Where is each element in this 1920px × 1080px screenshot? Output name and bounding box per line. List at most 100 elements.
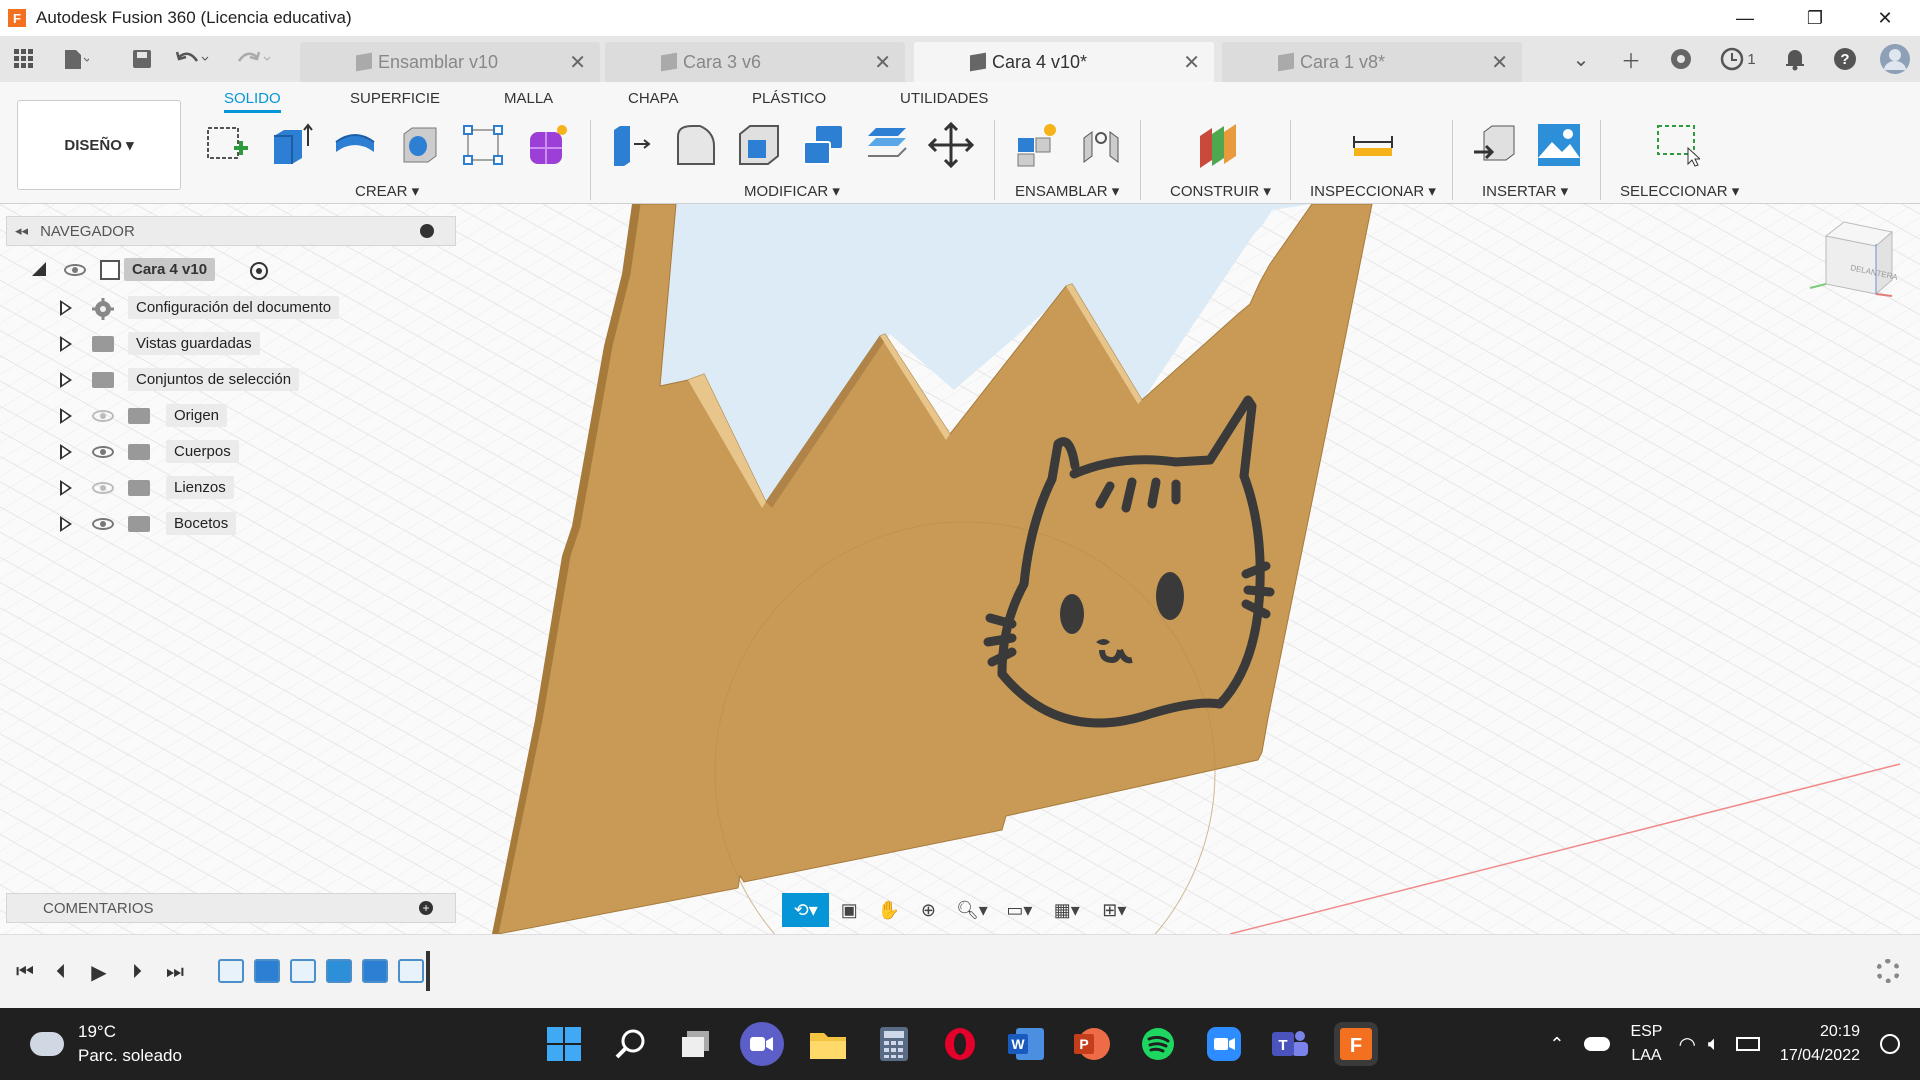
look-at-icon[interactable]: ▣ [829, 893, 869, 927]
hole-icon[interactable] [396, 122, 442, 168]
search-icon[interactable] [608, 1022, 652, 1066]
insert-canvas-icon[interactable] [1536, 122, 1582, 168]
redo-icon[interactable] [236, 41, 272, 77]
close-button[interactable]: ✕ [1850, 0, 1920, 36]
expand-arrow-icon[interactable] [60, 408, 72, 424]
expand-arrow-icon[interactable] [60, 480, 72, 496]
expand-arrow-icon[interactable] [60, 516, 72, 532]
job-status-icon[interactable]: 1 [1706, 36, 1770, 82]
browser-item-canvases[interactable]: Lienzos [0, 474, 460, 502]
expand-arrow-icon[interactable] [60, 300, 72, 316]
ribbon-tab-superficie[interactable]: SUPERFICIE [350, 90, 440, 107]
zoom-meeting-icon[interactable] [1202, 1022, 1246, 1066]
press-pull-icon[interactable] [608, 122, 654, 168]
fusion-360-taskbar-icon[interactable]: F [1334, 1022, 1378, 1066]
tree-item-label[interactable]: Lienzos [166, 476, 234, 499]
wifi-icon[interactable]: ◠ [1678, 1032, 1695, 1057]
notification-center-icon[interactable] [1880, 1034, 1900, 1054]
step-back-icon[interactable]: ⏴ [46, 957, 76, 987]
ribbon-tab-solido[interactable]: SOLIDO [224, 90, 281, 113]
group-insertar[interactable]: INSERTAR ▾ [1482, 182, 1568, 200]
opera-browser-icon[interactable] [938, 1022, 982, 1066]
onedrive-cloud-icon[interactable] [1584, 1037, 1611, 1051]
orbit-icon[interactable]: ⟲▾ [782, 893, 830, 927]
group-seleccionar[interactable]: SELECCIONAR ▾ [1620, 182, 1739, 200]
go-to-start-icon[interactable]: ⏮ [10, 957, 40, 987]
tree-item-label[interactable]: Cuerpos [166, 440, 239, 463]
chevron-down-icon[interactable]: ⌄ [1556, 36, 1606, 82]
timeline-canvas-feature[interactable] [326, 959, 352, 983]
timeline-sketch-feature[interactable] [398, 959, 424, 983]
timeline-settings-gear-icon[interactable] [1876, 959, 1900, 983]
undo-icon[interactable] [174, 41, 210, 77]
volume-icon[interactable]: 🔈︎ [1708, 1033, 1720, 1056]
language-indicator[interactable]: ESP LAA [1630, 1020, 1662, 1068]
tree-item-label[interactable]: Configuración del documento [128, 296, 340, 319]
pattern-icon[interactable] [460, 122, 506, 168]
browser-item-sketches[interactable]: Bocetos [0, 510, 460, 538]
clock[interactable]: 20:19 17/04/2022 [1780, 1020, 1860, 1068]
tab-cara-4[interactable]: Cara 4 v10* ✕ [914, 42, 1214, 82]
collapse-panel-icon[interactable]: ◂◂ [15, 223, 28, 239]
timeline-sketch-feature[interactable] [290, 959, 316, 983]
measure-icon[interactable] [1350, 122, 1396, 168]
revolve-icon[interactable] [332, 122, 378, 168]
expand-arrow-icon[interactable] [60, 336, 72, 352]
ribbon-tab-chapa[interactable]: CHAPA [628, 90, 679, 107]
group-construir[interactable]: CONSTRUIR ▾ [1170, 182, 1271, 200]
fillet-icon[interactable] [672, 122, 718, 168]
user-avatar[interactable] [1870, 36, 1920, 82]
extrude-icon[interactable] [268, 122, 314, 168]
close-tab-icon[interactable]: ✕ [874, 50, 891, 75]
root-component-label[interactable]: Cara 4 v10 [124, 258, 216, 281]
weather-widget[interactable]: 19°C Parc. soleado [26, 1020, 182, 1068]
hidden-eye-icon[interactable] [92, 482, 114, 494]
new-component-icon[interactable] [1014, 122, 1060, 168]
help-icon[interactable]: ? [1820, 36, 1870, 82]
group-ensamblar[interactable]: ENSAMBLAR ▾ [1015, 182, 1119, 200]
visibility-eye-icon[interactable] [92, 446, 114, 458]
visibility-eye-icon[interactable] [92, 518, 114, 530]
expanded-triangle-icon[interactable] [32, 262, 46, 276]
combine-icon[interactable] [800, 122, 846, 168]
calculator-icon[interactable] [872, 1022, 916, 1066]
expand-arrow-icon[interactable] [60, 444, 72, 460]
browser-item-origin[interactable]: Origen [0, 402, 460, 430]
tree-item-label[interactable]: Bocetos [166, 512, 237, 535]
browser-item-document-settings[interactable]: Configuración del documento [0, 294, 460, 322]
comments-panel[interactable]: COMENTARIOS + [6, 893, 456, 923]
add-comment-icon[interactable]: + [419, 901, 433, 915]
battery-icon[interactable] [1735, 1037, 1760, 1051]
close-tab-icon[interactable]: ✕ [1491, 50, 1508, 75]
teams-icon[interactable]: T [1268, 1022, 1312, 1066]
timeline-extrude-feature[interactable] [254, 959, 280, 983]
activate-radio-icon[interactable] [250, 262, 268, 280]
show-hidden-icons-chevron-icon[interactable]: ⌃ [1549, 1034, 1564, 1055]
shell-icon[interactable] [736, 122, 782, 168]
display-settings-icon[interactable]: ▭▾ [996, 893, 1043, 927]
select-window-icon[interactable] [1654, 122, 1702, 168]
insert-derive-icon[interactable] [1472, 122, 1518, 168]
new-tab-plus-icon[interactable]: ＋ [1606, 36, 1656, 82]
group-crear[interactable]: CREAR ▾ [355, 182, 419, 200]
zoom-icon[interactable]: ⊕ [909, 893, 949, 927]
chat-icon[interactable] [740, 1022, 784, 1066]
go-to-end-icon[interactable]: ⏭ [160, 957, 190, 987]
tab-cara-3[interactable]: Cara 3 v6 ✕ [605, 42, 905, 82]
group-modificar[interactable]: MODIFICAR ▾ [744, 182, 840, 200]
group-inspeccionar[interactable]: INSPECCIONAR ▾ [1310, 182, 1436, 200]
grid-settings-icon[interactable]: ▦▾ [1043, 893, 1090, 927]
restore-button[interactable]: ❐ [1780, 0, 1850, 36]
fit-window-icon[interactable]: 🔍︎▾ [948, 893, 995, 927]
tree-item-label[interactable]: Vistas guardadas [128, 332, 260, 355]
create-sketch-icon[interactable] [204, 122, 250, 168]
move-copy-icon[interactable] [927, 121, 975, 169]
step-forward-icon[interactable]: ⏵ [122, 957, 152, 987]
timeline-marker[interactable] [426, 951, 430, 991]
extensions-icon[interactable] [1656, 36, 1706, 82]
offset-plane-icon[interactable] [1196, 122, 1242, 168]
save-icon[interactable] [124, 41, 160, 77]
powerpoint-icon[interactable]: P [1070, 1022, 1114, 1066]
browser-root-node[interactable]: Cara 4 v10 [0, 256, 460, 284]
visibility-eye-icon[interactable] [64, 264, 86, 276]
